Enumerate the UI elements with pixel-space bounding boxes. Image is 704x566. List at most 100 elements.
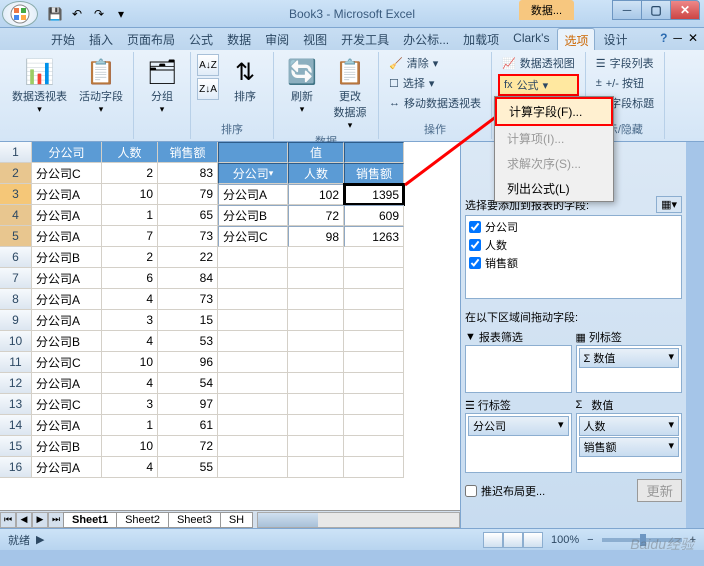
cell[interactable]: 分公司A	[32, 289, 102, 310]
cell[interactable]: 分公司B	[32, 331, 102, 352]
formulas-button[interactable]: fx公式 ▾	[498, 74, 579, 96]
pivotchart-button[interactable]: 📈数据透视图	[498, 54, 579, 72]
cell[interactable]: 分公司A	[32, 205, 102, 226]
cell[interactable]: 3	[0, 184, 32, 205]
cell[interactable]: 分公司C	[218, 226, 288, 247]
field-item[interactable]: 分公司	[468, 218, 679, 236]
cell[interactable]	[344, 457, 404, 478]
minimize-button[interactable]: ─	[612, 0, 642, 20]
cell[interactable]	[218, 268, 288, 289]
cell[interactable]: 分公司B	[32, 247, 102, 268]
cell[interactable]: 83	[158, 163, 218, 184]
cell[interactable]: 2	[102, 247, 158, 268]
cell[interactable]: 分公司A	[32, 457, 102, 478]
tab-pagelayout[interactable]: 页面布局	[121, 28, 181, 50]
cell[interactable]	[344, 415, 404, 436]
cell[interactable]	[218, 436, 288, 457]
cell[interactable]: 分公司	[32, 142, 102, 163]
cell[interactable]	[344, 247, 404, 268]
sheet-tab-4[interactable]: SH	[220, 512, 253, 528]
cell[interactable]: 分公司A	[32, 415, 102, 436]
view-layout-button[interactable]	[503, 532, 523, 548]
plusminus-button[interactable]: ±+/- 按钮	[592, 74, 658, 92]
area-item[interactable]: 人数▾	[579, 416, 680, 436]
sort-button[interactable]: ⇅排序	[223, 54, 267, 106]
tab-view[interactable]: 视图	[297, 28, 333, 50]
sheet-tab-3[interactable]: Sheet3	[168, 512, 221, 528]
cell[interactable]	[344, 289, 404, 310]
zoom-out-button[interactable]: −	[587, 534, 593, 546]
cell[interactable]	[218, 247, 288, 268]
clear-button[interactable]: 🧹清除 ▾	[385, 54, 485, 72]
cell[interactable]: 1	[102, 205, 158, 226]
cell[interactable]: 84	[158, 268, 218, 289]
cell[interactable]: 销售额	[344, 163, 404, 184]
redo-icon[interactable]: ↷	[90, 5, 108, 23]
cell[interactable]: 10	[102, 352, 158, 373]
area-item[interactable]: Σ 数值▾	[579, 348, 680, 368]
cell[interactable]: 1395	[344, 184, 404, 205]
tab-addins[interactable]: 加载项	[457, 28, 505, 50]
cell[interactable]	[288, 247, 344, 268]
update-button[interactable]: 更新	[637, 479, 682, 502]
cell[interactable]: 55	[158, 457, 218, 478]
cell[interactable]	[288, 352, 344, 373]
cell[interactable]	[218, 310, 288, 331]
cell[interactable]: 15	[0, 436, 32, 457]
cell[interactable]	[218, 457, 288, 478]
cell[interactable]: 16	[0, 457, 32, 478]
tab-data[interactable]: 数据	[221, 28, 257, 50]
view-normal-button[interactable]	[483, 532, 503, 548]
pane-layout-button[interactable]: ▦▾	[656, 196, 682, 213]
tab-options[interactable]: 选项	[557, 28, 595, 50]
office-button[interactable]	[2, 1, 38, 27]
undo-icon[interactable]: ↶	[68, 5, 86, 23]
cell[interactable]: 609	[344, 205, 404, 226]
tab-developer[interactable]: 开发工具	[335, 28, 395, 50]
tab-prev-button[interactable]: ◀	[16, 512, 32, 528]
cell[interactable]	[218, 415, 288, 436]
zoom-level[interactable]: 100%	[551, 534, 579, 546]
cell[interactable]: 分公司A	[32, 226, 102, 247]
cell[interactable]: 65	[158, 205, 218, 226]
cell[interactable]: 3	[102, 310, 158, 331]
cell[interactable]: 15	[158, 310, 218, 331]
refresh-button[interactable]: 🔄刷新▾	[280, 54, 324, 117]
cell[interactable]	[344, 310, 404, 331]
active-field-button[interactable]: 📋活动字段▾	[75, 54, 127, 117]
cell[interactable]: 14	[0, 415, 32, 436]
cell[interactable]: 分公司A	[32, 373, 102, 394]
rows-area[interactable]: 分公司▾	[465, 413, 572, 473]
cell[interactable]: 1	[0, 142, 32, 163]
cell[interactable]: 4	[102, 373, 158, 394]
tab-formulas[interactable]: 公式	[183, 28, 219, 50]
view-break-button[interactable]	[523, 532, 543, 548]
cell[interactable]: 61	[158, 415, 218, 436]
zoom-slider[interactable]	[602, 538, 682, 542]
cell[interactable]: 79	[158, 184, 218, 205]
cell[interactable]: 7	[102, 226, 158, 247]
cell[interactable]: 22	[158, 247, 218, 268]
doc-close-icon[interactable]: ✕	[688, 31, 698, 45]
cell[interactable]	[218, 289, 288, 310]
tab-first-button[interactable]: ⏮	[0, 512, 16, 528]
cell[interactable]: 8	[0, 289, 32, 310]
tab-design[interactable]: 设计	[597, 28, 633, 50]
cell[interactable]: 4	[0, 205, 32, 226]
cell[interactable]: 4	[102, 289, 158, 310]
save-icon[interactable]: 💾	[46, 5, 64, 23]
cell[interactable]: 97	[158, 394, 218, 415]
cell[interactable]: 73	[158, 226, 218, 247]
cell[interactable]	[344, 394, 404, 415]
cell[interactable]	[288, 331, 344, 352]
field-list-button[interactable]: ☰字段列表	[592, 54, 658, 72]
macro-icon[interactable]: ▶	[36, 533, 44, 546]
cell[interactable]: 3	[102, 394, 158, 415]
cell[interactable]: 分公司B	[32, 436, 102, 457]
cell[interactable]	[218, 352, 288, 373]
help-icon[interactable]: ?	[660, 31, 667, 45]
tab-review[interactable]: 审阅	[259, 28, 295, 50]
cell[interactable]: 11	[0, 352, 32, 373]
cell[interactable]: 10	[102, 184, 158, 205]
values-area[interactable]: 人数▾ 销售额▾	[576, 413, 683, 473]
